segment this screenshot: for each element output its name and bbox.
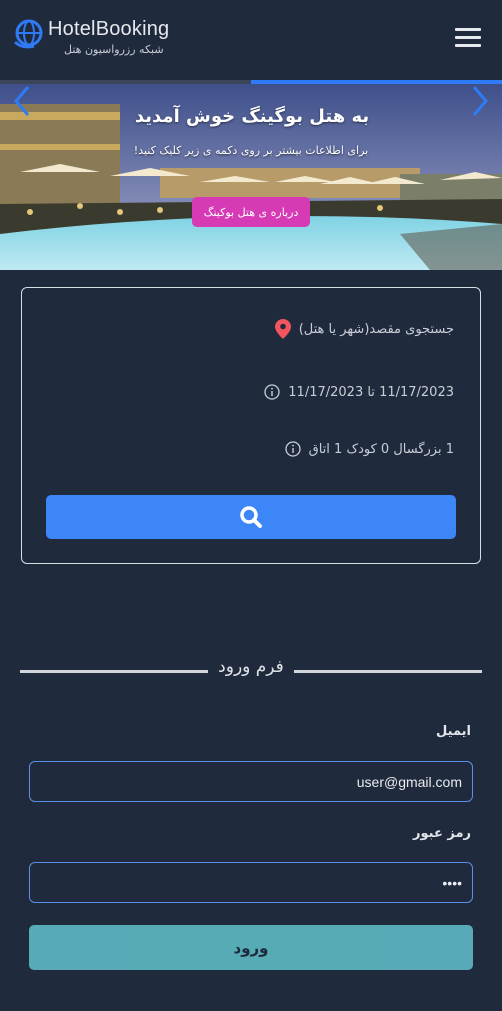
divider-left [20, 670, 208, 673]
info-icon [264, 384, 280, 400]
date-range-value: 11/17/2023 تا 11/17/2023 [288, 384, 454, 400]
slider-prev-arrow-icon[interactable] [12, 84, 32, 118]
hero-slider: به هتل بوگینگ خوش آمدید برای اطلاعات بیش… [0, 84, 502, 270]
password-field[interactable] [29, 862, 473, 903]
login-form-title: فرم ورود [218, 657, 284, 677]
about-hotel-button[interactable]: درباره ی هتل بوکینگ [192, 197, 310, 227]
password-label: رمز عبور [413, 826, 471, 841]
hotel-search-form: جستجوی مقصد(شهر یا هتل) 11/17/2023 تا 11… [21, 287, 481, 564]
location-pin-icon [274, 319, 291, 339]
guests-value: 1 بزرگسال 0 کودک 1 اتاق [308, 441, 454, 457]
destination-field[interactable]: جستجوی مقصد(شهر یا هتل) [274, 319, 454, 339]
hero-title: به هتل بوگینگ خوش آمدید [134, 106, 370, 127]
login-button[interactable]: ورود [29, 925, 473, 970]
brand-name[interactable]: HotelBooking [48, 18, 169, 41]
header: HotelBooking شبکه رزرواسیون هتل [0, 0, 502, 80]
search-button[interactable] [46, 495, 456, 539]
hero-subtitle: برای اطلاعات بیشتر بر روی دکمه ی زیر کلی… [133, 144, 369, 157]
guests-field[interactable]: 1 بزرگسال 0 کودک 1 اتاق [284, 441, 454, 457]
hamburger-menu-icon[interactable] [455, 28, 481, 48]
slider-next-arrow-icon[interactable] [470, 84, 490, 118]
date-range-field[interactable]: 11/17/2023 تا 11/17/2023 [264, 384, 454, 400]
divider-right [294, 670, 482, 673]
globe-logo-icon[interactable] [12, 16, 46, 50]
info-icon [284, 441, 301, 457]
email-field[interactable] [29, 761, 473, 802]
search-icon [240, 506, 262, 528]
email-label: ایمیل [436, 724, 471, 739]
brand-subtitle: شبکه رزرواسیون هتل [64, 43, 164, 56]
destination-placeholder: جستجوی مقصد(شهر یا هتل) [298, 321, 454, 337]
